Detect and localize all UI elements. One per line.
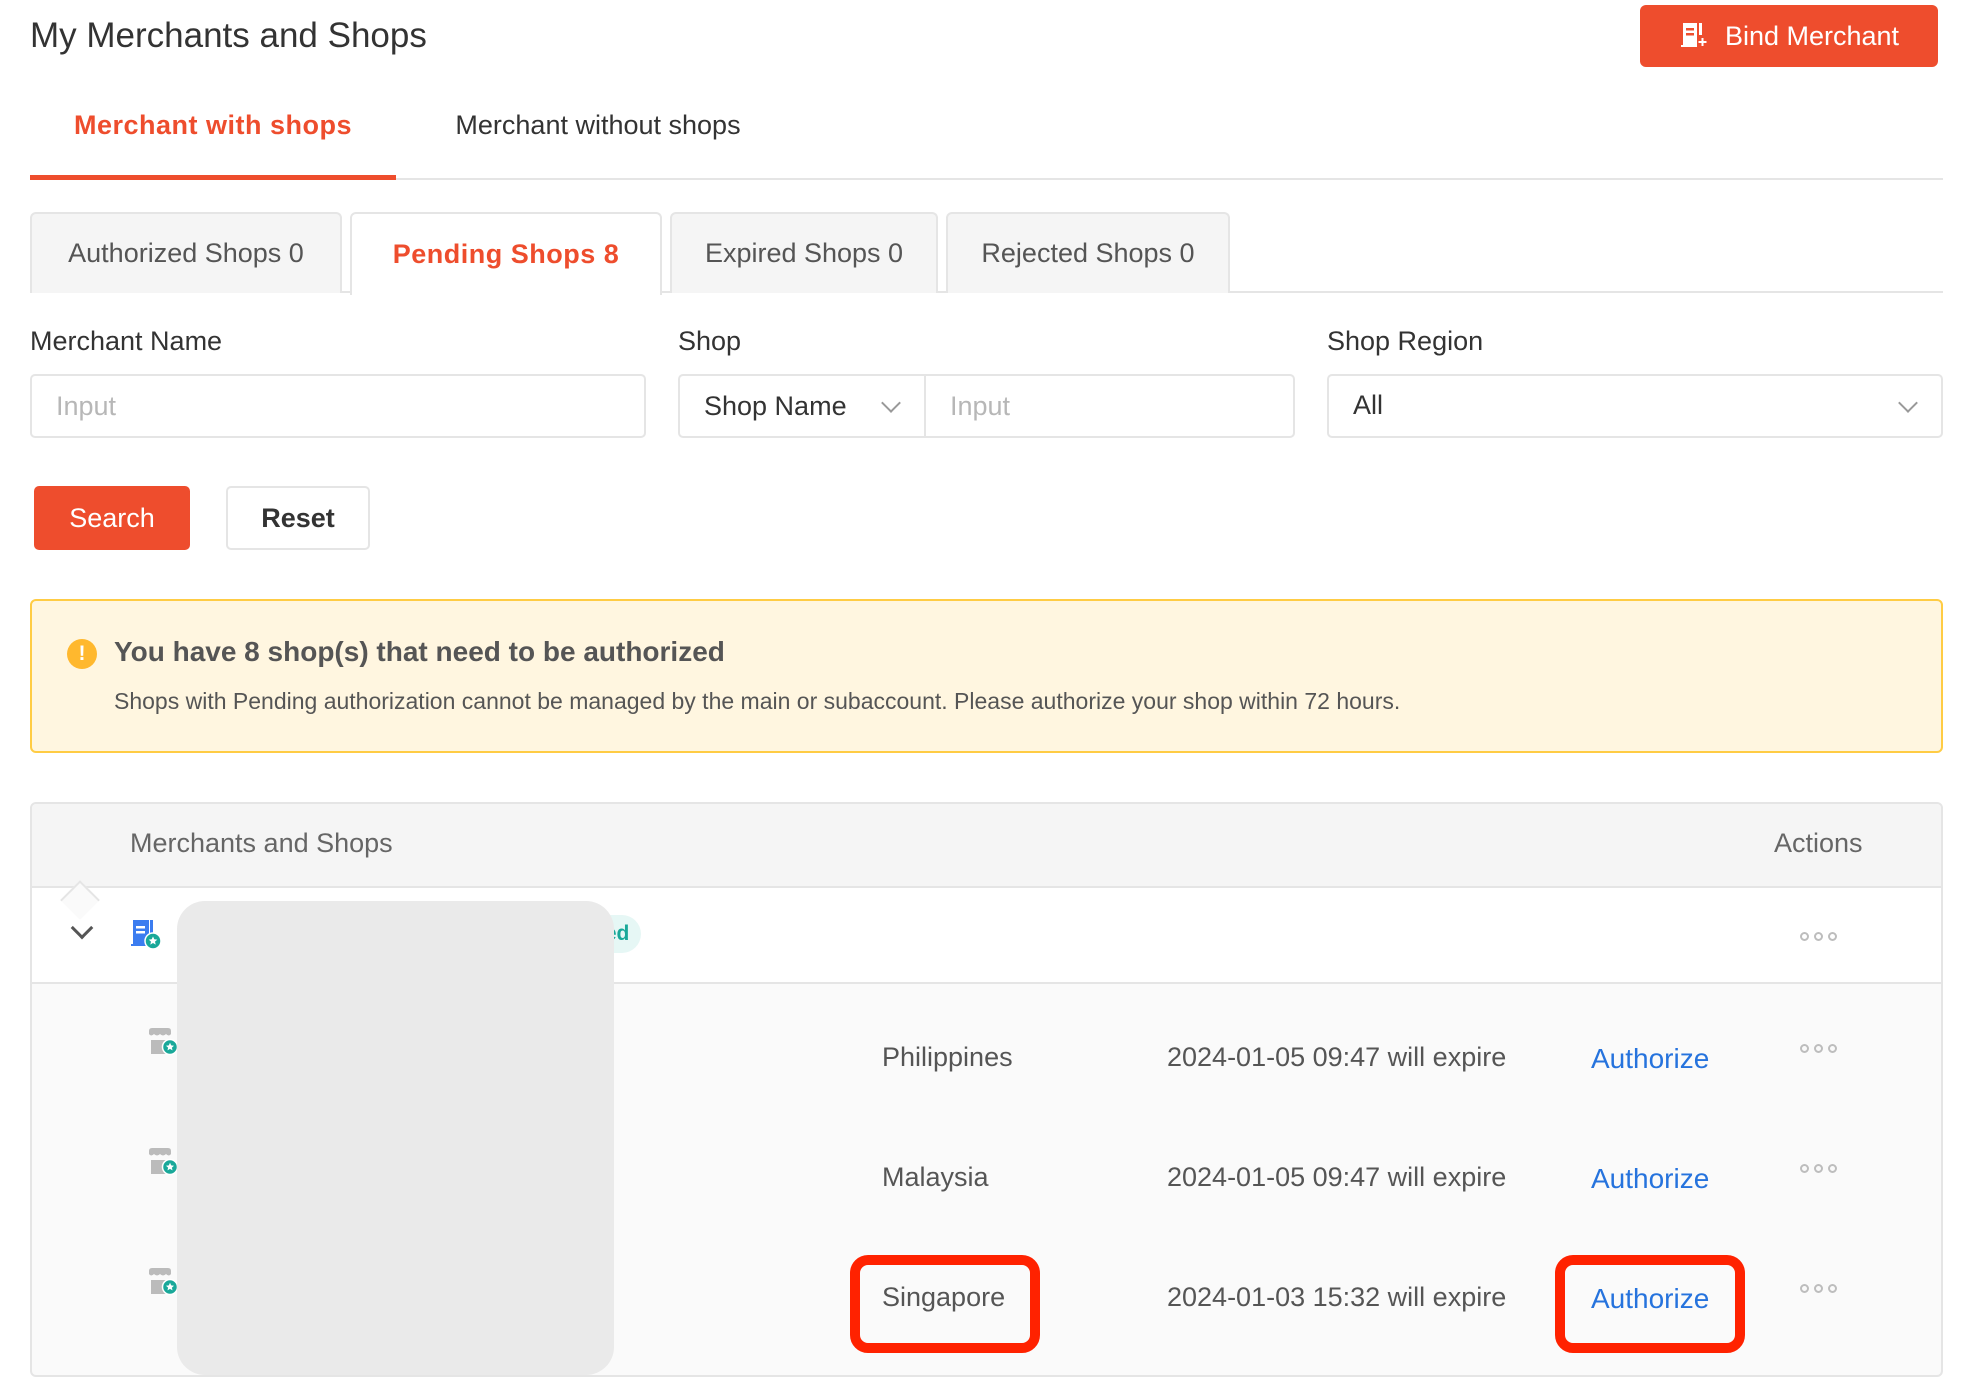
shop-type-select[interactable]: Shop Name (680, 376, 926, 436)
shop-type-value: Shop Name (704, 390, 847, 421)
merchant-name-input[interactable] (32, 376, 644, 436)
collapse-chevron-icon[interactable] (70, 916, 94, 940)
warning-icon: ! (67, 639, 97, 669)
shop-expire-time: 2024-01-05 09:47 will expire (1167, 1162, 1507, 1192)
column-actions: Actions (1774, 828, 1863, 858)
authorize-link[interactable]: Authorize (1591, 1043, 1709, 1075)
tab-pending-shops[interactable]: Pending Shops 8 (350, 212, 662, 295)
table-header: Merchants and Shops Actions (32, 804, 1941, 888)
more-actions-icon[interactable] (1794, 1278, 1843, 1299)
bind-merchant-label: Bind Merchant (1724, 20, 1900, 51)
tab-merchant-without-shops[interactable]: Merchant without shops (428, 96, 768, 178)
tab-expired-shops[interactable]: Expired Shops 0 (670, 212, 938, 293)
shop-region-value: All (1353, 390, 1384, 420)
redacted-region (177, 901, 614, 1375)
shop-icon (149, 1028, 179, 1056)
chevron-down-icon (1898, 393, 1918, 413)
shop-region-label: Shop Region (1327, 326, 1484, 356)
shop-region: Philippines (882, 1042, 1013, 1072)
building-add-icon (1680, 23, 1707, 47)
shop-field: Shop Name (678, 374, 1295, 438)
tab-merchant-with-shops[interactable]: Merchant with shops (30, 96, 396, 180)
merchant-icon (131, 920, 162, 950)
chevron-down-icon (881, 393, 901, 413)
alert-body: Shops with Pending authorization cannot … (114, 688, 1401, 714)
bind-merchant-button[interactable]: Bind Merchant (1640, 5, 1938, 67)
main-tabs: Merchant with shops Merchant without sho… (30, 96, 1943, 180)
pending-alert: ! You have 8 shop(s) that need to be aut… (30, 599, 1943, 753)
shop-expire-time: 2024-01-03 15:32 will expire (1167, 1282, 1507, 1312)
tab-rejected-shops[interactable]: Rejected Shops 0 (946, 212, 1230, 293)
more-actions-icon[interactable] (1794, 926, 1843, 947)
shop-icon (149, 1268, 179, 1296)
highlight-box-authorize (1555, 1255, 1745, 1353)
alert-title: You have 8 shop(s) that need to be autho… (114, 636, 725, 667)
status-tabs: Authorized Shops 0 Pending Shops 8 Expir… (30, 212, 1943, 295)
shop-icon (149, 1148, 179, 1176)
page-title: My Merchants and Shops (30, 16, 427, 55)
reset-button[interactable]: Reset (226, 486, 370, 550)
column-merchants-and-shops: Merchants and Shops (130, 828, 393, 858)
more-actions-icon[interactable] (1794, 1158, 1843, 1179)
shop-expire-time: 2024-01-05 09:47 will expire (1167, 1042, 1507, 1072)
tab-authorized-shops[interactable]: Authorized Shops 0 (30, 212, 342, 293)
merchant-name-label: Merchant Name (30, 326, 223, 356)
authorize-link[interactable]: Authorize (1591, 1163, 1709, 1195)
shop-label: Shop (678, 326, 742, 356)
shop-input[interactable] (926, 376, 1293, 436)
shop-region: Malaysia (882, 1162, 989, 1192)
merchant-name-field (30, 374, 646, 438)
more-actions-icon[interactable] (1794, 1038, 1843, 1059)
highlight-box-region (850, 1255, 1040, 1353)
shop-region-select[interactable]: All (1327, 374, 1943, 438)
search-button[interactable]: Search (34, 486, 190, 550)
